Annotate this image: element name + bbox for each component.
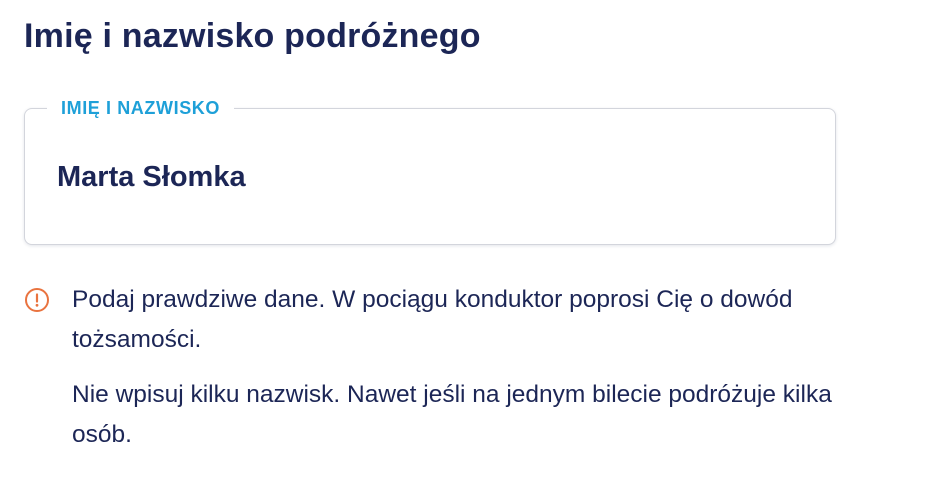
name-field-label: IMIĘ I NAZWISKO [47,97,234,119]
traveler-name-section: Imię i nazwisko podróżnego IMIĘ I NAZWIS… [0,0,944,502]
notice-paragraph-single-name: Nie wpisuj kilku nazwisk. Nawet jeśli na… [72,381,832,448]
name-field-container[interactable]: IMIĘ I NAZWISKO [24,97,836,245]
notice-text: Podaj prawdziwe dane. W pociągu kondukto… [72,280,872,455]
info-icon [25,288,49,312]
name-input[interactable] [57,159,797,195]
section-title: Imię i nazwisko podróżnego [24,17,481,55]
notice-paragraph-real-data: Podaj prawdziwe dane. W pociągu kondukto… [72,286,793,353]
